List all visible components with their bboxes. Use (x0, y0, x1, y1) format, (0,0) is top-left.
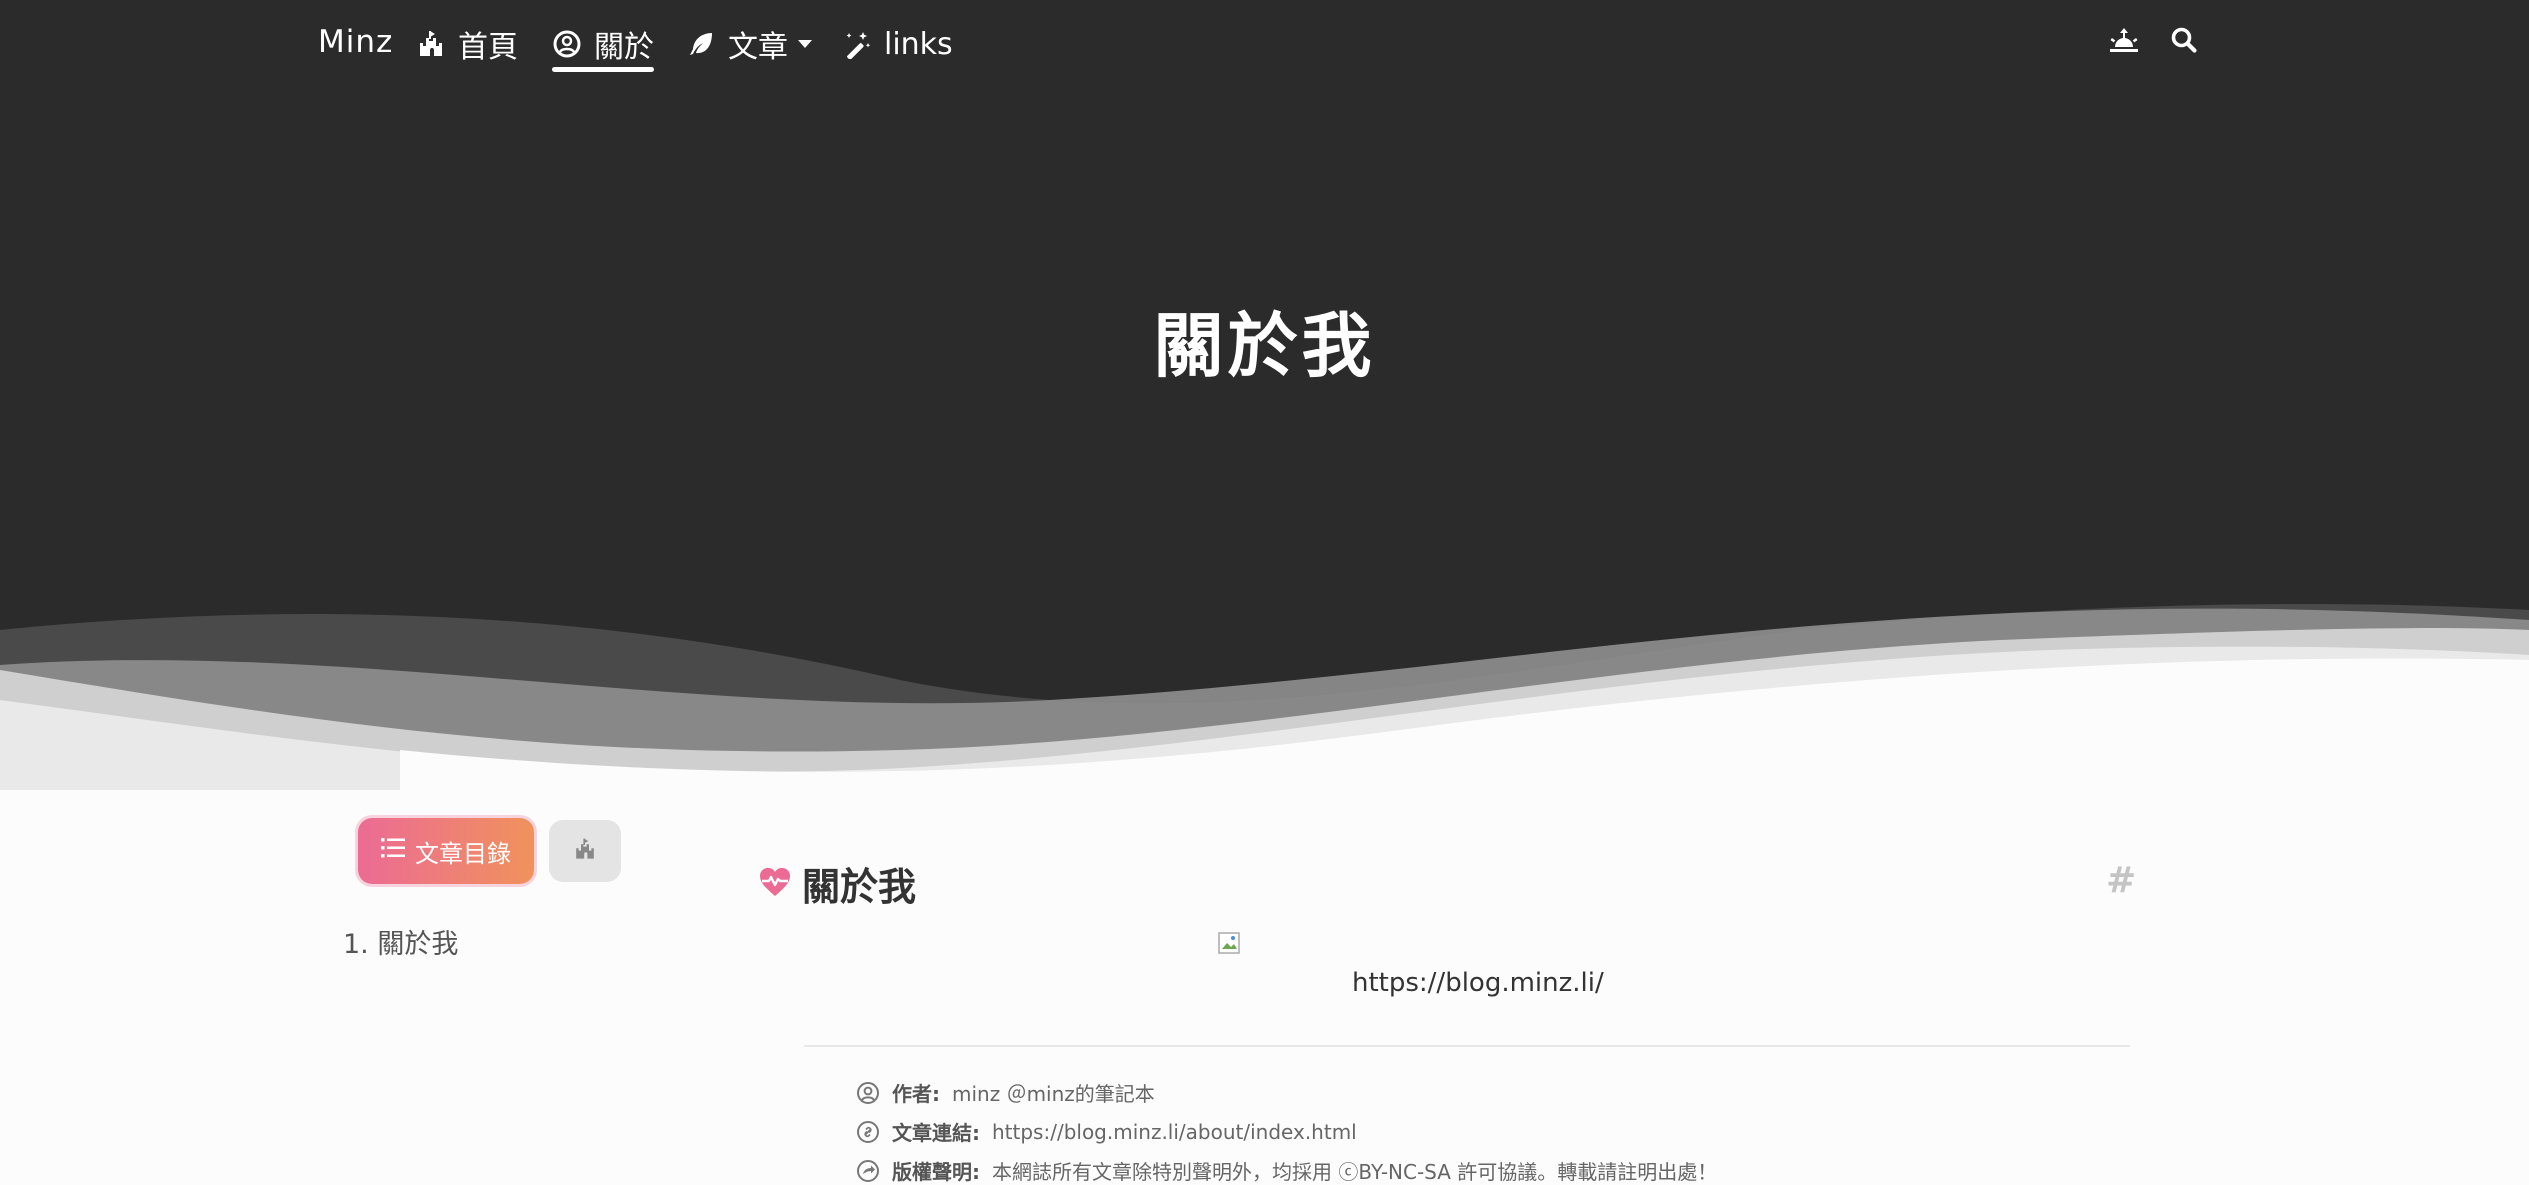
nav-articles[interactable]: 文章 (686, 24, 812, 65)
castle-icon (416, 29, 446, 59)
chevron-down-icon (798, 40, 812, 48)
list-icon (381, 837, 405, 865)
toc-item-number: 1. (343, 929, 369, 960)
user-circle-icon (552, 29, 582, 59)
hero-waves (0, 604, 2529, 790)
nav-home-label: 首頁 (458, 30, 518, 65)
share-icon (856, 1159, 880, 1183)
nav-links-label: links (884, 26, 953, 62)
page-title: 關於我 (1153, 304, 1376, 387)
home-button[interactable] (549, 820, 621, 882)
nav-about-label: 關於 (594, 30, 654, 65)
theme-toggle-button[interactable] (2106, 22, 2142, 62)
search-icon (2170, 26, 2198, 58)
author-value: minz ＠minz的筆記本 (952, 1082, 1155, 1106)
link-label: 文章連結: (892, 1121, 980, 1145)
toc-button[interactable]: 文章目錄 (358, 818, 534, 884)
meta-link: 文章連結: https://blog.minz.li/about/index.h… (856, 1117, 1357, 1146)
sunrise-icon (2108, 25, 2140, 59)
castle-icon (573, 837, 597, 865)
post-link[interactable]: https://blog.minz.li/about/index.html (992, 1120, 1357, 1144)
post-heading: 關於我 (758, 856, 916, 911)
author-label: 作者: (892, 1082, 940, 1106)
search-button[interactable] (2166, 22, 2202, 62)
toc-item[interactable]: 1. 關於我 (343, 922, 458, 961)
toc-button-label: 文章目錄 (415, 839, 511, 868)
user-circle-icon (856, 1081, 880, 1105)
toc-item-label: 關於我 (377, 929, 459, 960)
nav-about[interactable]: 關於 (552, 24, 654, 72)
heading-anchor-link[interactable]: # (2106, 860, 2136, 901)
broken-image-icon (1218, 932, 1240, 954)
brand-link[interactable]: Minz (318, 24, 393, 60)
meta-copyright: 版權聲明: 本網誌所有文章除特別聲明外，均採用 ⓒBY-NC-SA 許可協議。轉… (856, 1156, 1717, 1185)
nav-home[interactable]: 首頁 (416, 24, 518, 65)
image-caption: https://blog.minz.li/ (1352, 968, 1604, 998)
copyright-value: 本網誌所有文章除特別聲明外，均採用 ⓒBY-NC-SA 許可協議。轉載請註明出處… (992, 1160, 1718, 1184)
feather-icon (686, 29, 716, 59)
copyright-label: 版權聲明: (892, 1160, 980, 1184)
magic-wand-icon (842, 29, 872, 59)
nav-articles-label: 文章 (728, 30, 788, 65)
nav-links[interactable]: links (842, 24, 953, 64)
post-heading-text: 關於我 (802, 864, 917, 909)
meta-author: 作者: minz ＠minz的筆記本 (856, 1078, 1155, 1107)
link-icon (856, 1120, 880, 1144)
heartbeat-icon (758, 866, 792, 902)
top-navbar: Minz 首頁 關於 文章 links (0, 0, 2529, 88)
divider (804, 1045, 2130, 1047)
